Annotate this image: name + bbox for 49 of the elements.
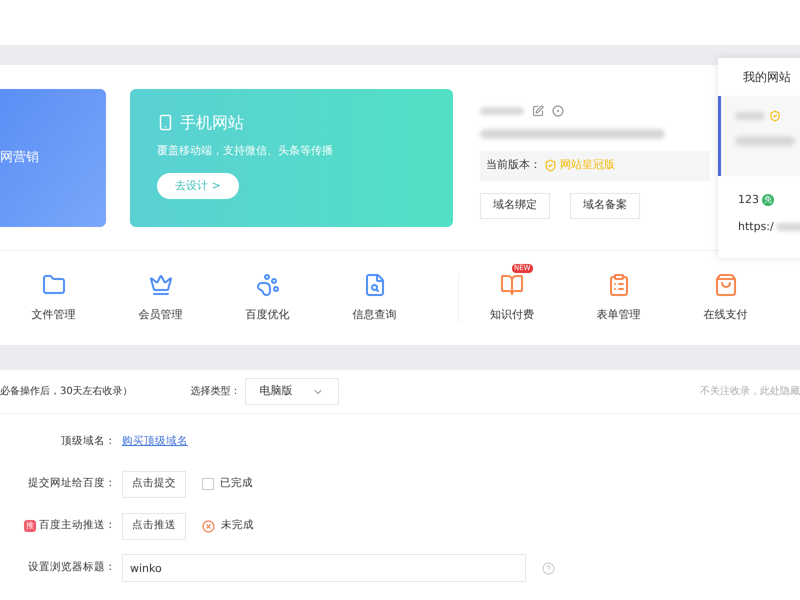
seo-note: 必备操作后，30天左右收录） bbox=[0, 384, 133, 399]
submit-button[interactable]: 点击推送 bbox=[122, 512, 186, 540]
field-label: 设置浏览器标题： bbox=[28, 560, 116, 576]
site-url: https:/ bbox=[738, 218, 774, 234]
banner-title: 网营销 bbox=[0, 148, 39, 167]
domain-button[interactable]: 域名绑定 bbox=[480, 192, 550, 218]
status-text: 未完成 bbox=[221, 518, 254, 534]
feature-label[interactable]: 知识付费 bbox=[490, 306, 534, 324]
phone-icon bbox=[157, 114, 174, 131]
feature-label[interactable]: 文件管理 bbox=[32, 306, 76, 324]
free-badge: 免 bbox=[762, 194, 774, 206]
feature-label[interactable]: 在线支付 bbox=[704, 306, 748, 324]
type-label: 选择类型： bbox=[190, 384, 241, 399]
feature-label[interactable]: 表单管理 bbox=[596, 306, 640, 324]
blurred-text bbox=[735, 136, 795, 146]
feature-label[interactable]: 百度优化 bbox=[246, 306, 290, 324]
popover-title: 我的网站 bbox=[742, 69, 792, 86]
edit-icon[interactable] bbox=[532, 104, 544, 116]
folder-icon[interactable] bbox=[42, 272, 66, 297]
blurred-text bbox=[735, 112, 765, 120]
version-label: 当前版本： bbox=[486, 157, 541, 174]
book-icon[interactable] bbox=[500, 272, 524, 297]
site-item[interactable] bbox=[718, 96, 800, 176]
feature-label[interactable]: 会员管理 bbox=[138, 306, 182, 324]
submit-button[interactable]: 点击提交 bbox=[122, 470, 186, 498]
feature-label[interactable]: 信息查询 bbox=[352, 306, 396, 324]
field-label: 提交网址给百度： bbox=[28, 476, 116, 492]
status-text: 已完成 bbox=[220, 476, 253, 492]
paw-icon[interactable] bbox=[256, 272, 280, 297]
type-select[interactable]: 电脑版 bbox=[244, 378, 339, 405]
blurred-text bbox=[480, 106, 524, 114]
crown-shield-icon bbox=[769, 110, 781, 122]
bag-icon[interactable] bbox=[714, 272, 738, 297]
banner-subtitle: 覆盖移动端，支持微信、头条等传播 bbox=[157, 142, 334, 158]
banner-title: 手机网站 bbox=[180, 112, 244, 134]
buy-domain-link[interactable]: 购买顶级域名 bbox=[122, 434, 188, 450]
help-icon[interactable] bbox=[542, 562, 555, 574]
crown-shield-icon bbox=[544, 159, 557, 172]
crown-icon[interactable] bbox=[148, 272, 172, 297]
checkbox[interactable] bbox=[202, 478, 214, 490]
field-label: 百度主动推送： bbox=[39, 518, 116, 534]
preview-icon[interactable] bbox=[552, 104, 564, 116]
site-name: 123 bbox=[738, 192, 759, 208]
title-input-field[interactable]: winko bbox=[122, 554, 526, 582]
blurred-text bbox=[776, 222, 800, 231]
field-label: 顶级域名： bbox=[61, 434, 116, 450]
push-tag: 推 bbox=[24, 520, 36, 532]
version-name: 网站皇冠版 bbox=[560, 157, 615, 174]
domain-button[interactable]: 域名备案 bbox=[570, 192, 640, 218]
